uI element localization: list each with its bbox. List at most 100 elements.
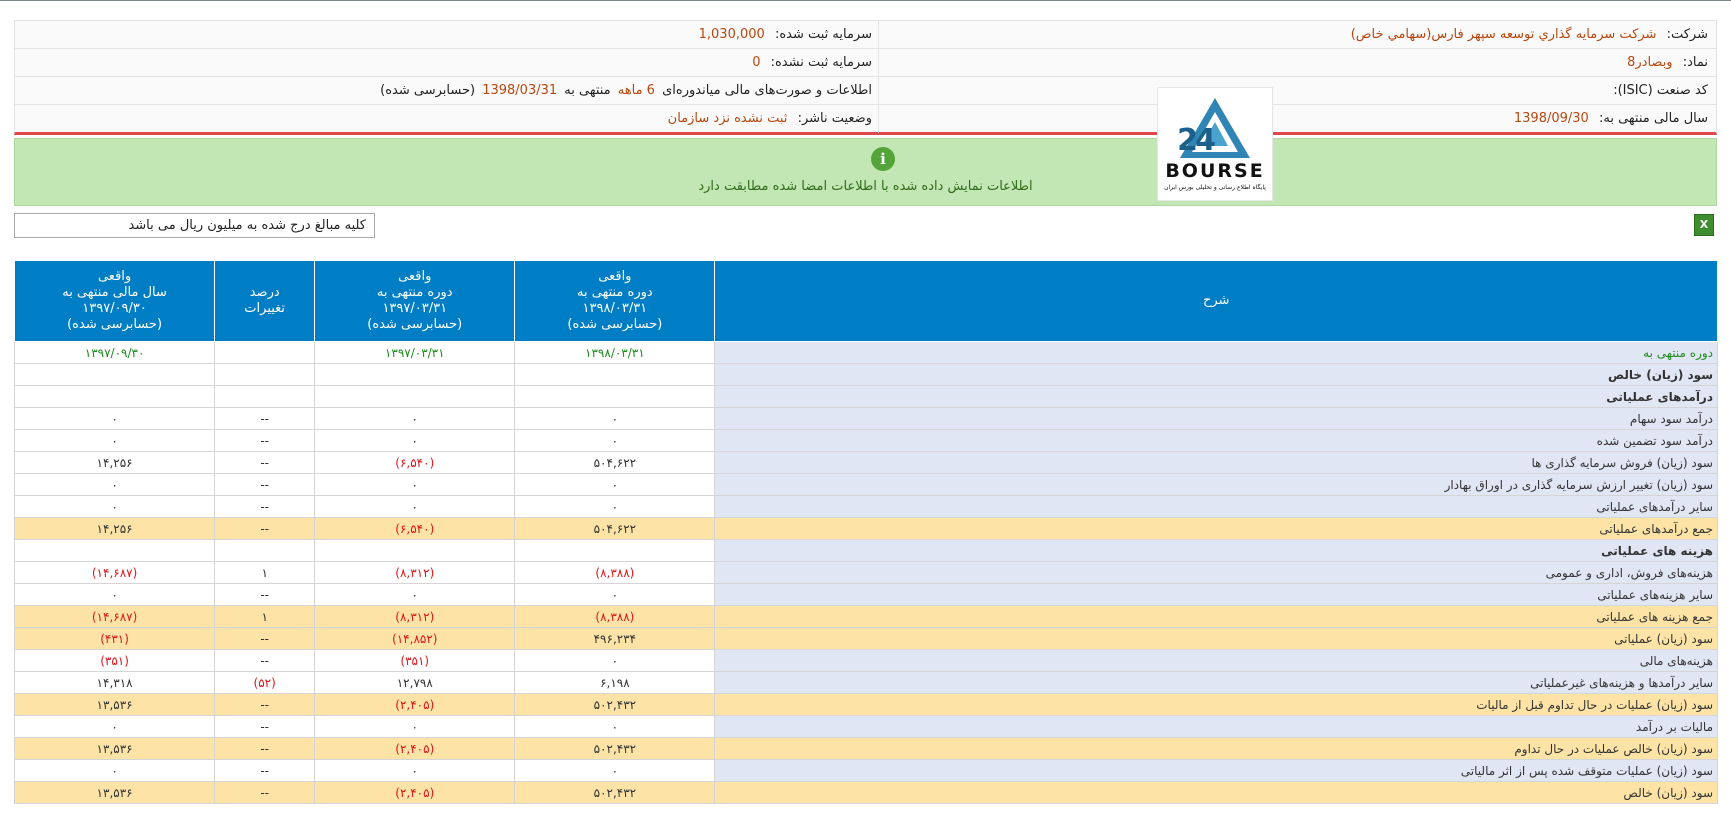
verification-notice-text: اطلاعات نمایش داده شده با اطلاعات امضا ش… [698,179,1033,194]
unregistered-capital-row: سرمایه ثبت نشده: 0 [15,49,880,77]
table-row: سایر هزینه‌های عملیاتی ۰ ۰ -- ۰ [13,583,1718,606]
col3-line1: درصد [249,285,280,300]
col4-line2: سال مالی منتهی به [62,285,167,300]
row-prior-period-value: ۰ [314,473,516,496]
row-fiscal-year-value: ۱۴,۲۵۶ [13,517,216,540]
row-description: هزینه‌های مالی [714,649,1718,672]
row-prior-period-value: ۰ [314,407,516,430]
svg-text:4: 4 [1195,123,1216,158]
row-prior-period-value: ۰ [314,429,516,452]
row-current-period-value: ۵۰۲,۴۳۲ [514,737,716,760]
row-prior-period-value: (۶,۵۴۰) [314,451,516,474]
table-row: هزینه‌های مالی ۰ (۳۵۱) -- (۳۵۱) [13,649,1718,672]
row-description: هزینه های عملیاتی [714,539,1718,562]
row-current-period-value: ۰ [514,473,716,496]
row-change-percent [214,363,316,386]
excel-export-icon[interactable]: X [1694,214,1714,236]
col1-line1: واقعی [598,269,632,284]
col2-line2: دوره منتهی به [376,285,453,300]
row-current-period-value: (۸,۳۸۸) [514,605,716,628]
table-row: مالیات بر درآمد ۰ ۰ -- ۰ [13,715,1718,738]
row-fiscal-year-value: (۱۴,۶۸۷) [13,605,216,628]
row-description: جمع درآمدهای عملیاتی [714,517,1718,540]
col3-line2: تغییرات [244,301,286,316]
row-description: سایر درآمدهای عملیاتی [714,495,1718,518]
row-change-percent: -- [214,627,316,650]
table-header-row: شرح واقعی دوره منتهی به ۱۳۹۸/۰۳/۳۱ (حساب… [13,260,1718,342]
row-prior-period-value: (۶,۵۴۰) [314,517,516,540]
bourse-logo: 2 4 BOURSE پایگاه اطلاع رسانی و تحلیلی ب… [1157,87,1273,201]
table-row: سایر درآمدهای عملیاتی ۰ ۰ -- ۰ [13,495,1718,518]
table-row: سود (زیان) تغییر ارزش سرمایه گذاری در او… [13,473,1718,496]
row-fiscal-year-value: ۰ [13,715,216,738]
row-fiscal-year-value: ۱۳,۵۳۶ [13,693,216,716]
row-prior-period-value: ۱۳۹۷/۰۳/۳۱ [314,341,516,364]
row-description: سود (زیان) عملیات در حال تداوم قبل از ما… [714,693,1718,716]
row-current-period-value: ۵۰۲,۴۳۲ [514,781,716,804]
publisher-status-row: وضعیت ناشر: ثبت نشده نزد سازمان [15,105,880,133]
report-period: 6 ماهه [617,83,655,98]
row-description: مالیات بر درآمد [714,715,1718,738]
income-statement-table: شرح واقعی دوره منتهی به ۱۳۹۸/۰۳/۳۱ (حساب… [13,260,1718,804]
company-row: شرکت: شرکت سرمايه گذاري توسعه سپهر فارس(… [878,21,1716,49]
row-current-period-value: ۰ [514,495,716,518]
publisher-status-value: ثبت نشده نزد سازمان [667,111,788,126]
row-change-percent: -- [214,649,316,672]
table-row: سود (زیان) فروش سرمایه گذاری ها ۵۰۴,۶۲۲ (۶… [13,451,1718,474]
row-fiscal-year-value: ۱۳,۵۳۶ [13,781,216,804]
row-description: سود (زیان) خالص [714,363,1718,386]
row-change-percent [214,385,316,408]
row-prior-period-value [314,539,516,562]
row-prior-period-value: ۱۲,۷۹۸ [314,671,516,694]
table-row: درآمد سود تضمین شده ۰ ۰ -- ۰ [13,429,1718,452]
row-current-period-value: ۰ [514,715,716,738]
row-current-period-value: ۰ [514,759,716,782]
company-label: شرکت: [1666,27,1708,42]
row-current-period-value [514,363,716,386]
publisher-status-label: وضعیت ناشر: [797,111,872,126]
row-current-period-value [514,539,716,562]
col4-line1: واقعی [97,269,132,284]
row-fiscal-year-value: (۱۴,۶۸۷) [13,561,216,584]
currency-unit-note: کلیه مبالغ درج شده به میلیون ریال می باش… [14,213,375,238]
row-change-percent: -- [214,407,316,430]
row-fiscal-year-value: ۰ [13,759,216,782]
row-current-period-value: ۰ [514,649,716,672]
row-prior-period-value: ۰ [314,715,516,738]
row-change-percent: -- [214,759,316,782]
row-change-percent: ۱ [214,561,316,584]
row-current-period-value: ۱۳۹۸/۰۳/۳۱ [514,341,716,364]
col-header-fiscal-year: واقعی سال مالی منتهی به ۱۳۹۷/۰۹/۳۰ (حساب… [13,260,216,342]
row-current-period-value: (۸,۳۸۸) [514,561,716,584]
col-header-description: شرح [714,260,1718,342]
col4-line4: (حسابرسی شده) [67,317,163,332]
row-current-period-value [514,385,716,408]
col-header-prior-period: واقعی دوره منتهی به ۱۳۹۷/۰۳/۳۱ (حسابرسی … [314,260,516,342]
fiscal-year-label: سال مالی منتهی به: [1598,111,1708,126]
row-fiscal-year-value: (۳۵۱) [13,649,216,672]
table-row: هزینه های عملیاتی [13,539,1718,562]
report-description-row: اطلاعات و صورت‌های مالی میاندوره‌ای 6 ما… [15,77,880,105]
row-description: سایر هزینه‌های عملیاتی [714,583,1718,606]
row-fiscal-year-value: ۰ [13,495,216,518]
bourse-logo-mark: 2 4 [1177,98,1250,158]
row-change-percent: (۵۲) [214,671,316,694]
row-change-percent [214,341,316,364]
row-current-period-value: ۰ [514,583,716,606]
registered-capital-label: سرمایه ثبت شده: [774,27,872,42]
col2-line1: واقعی [398,269,432,284]
report-middle: منتهی به [564,83,611,98]
table-row: هزینه‌های فروش، اداری و عمومی (۸,۳۸۸) (۸,۳… [13,561,1718,584]
table-row: سود (زیان) خالص ۵۰۲,۴۳۲ (۲,۴۰۵) -- ۱۳,۵۳۶ [13,781,1718,804]
isic-row: کد صنعت (ISIC): [878,77,1716,105]
symbol-label: نماد: [1682,55,1708,70]
report-audit-status: (حسابرسی شده) [380,83,476,98]
row-prior-period-value: ۰ [314,495,516,518]
col2-line3: ۱۳۹۷/۰۳/۳۱ [382,301,448,316]
col1-line4: (حسابرسی شده) [567,317,663,332]
row-fiscal-year-value [13,385,216,408]
table-row: جمع درآمدهای عملیاتی ۵۰۴,۶۲۲ (۶,۵۴۰) -- ۱۴,۲… [13,517,1718,540]
row-current-period-value: ۵۰۴,۶۲۲ [514,451,716,474]
row-description: سود (زیان) خالص [714,781,1718,804]
row-prior-period-value: ۰ [314,759,516,782]
